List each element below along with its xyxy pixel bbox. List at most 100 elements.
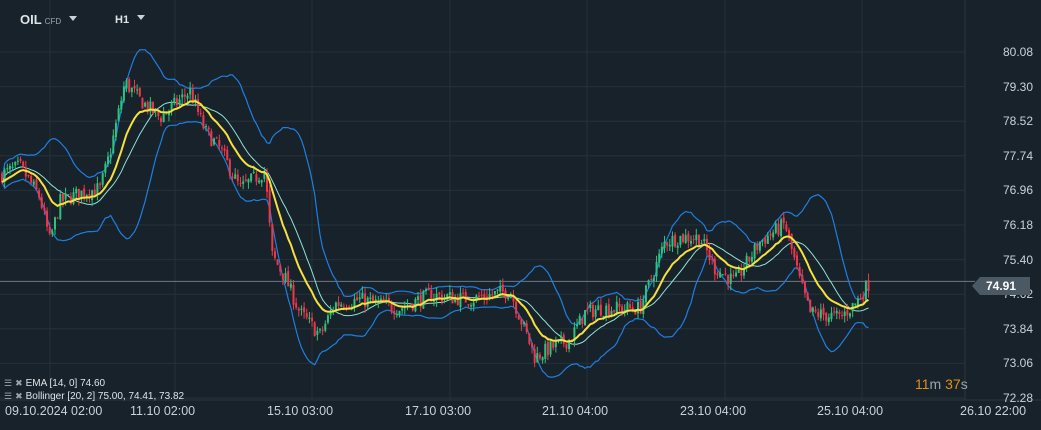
timeframe-selector[interactable]: H1 xyxy=(115,14,146,26)
candle-body xyxy=(250,173,253,182)
candle-body xyxy=(35,179,38,190)
candle-body xyxy=(623,309,626,311)
time-tick: 11.10 02:00 xyxy=(130,404,196,418)
settings-icon[interactable]: ☰ xyxy=(4,391,12,402)
candle-body xyxy=(30,176,33,183)
candle-body xyxy=(533,349,536,363)
candle-body xyxy=(536,353,539,363)
time-tick: 21.10 04:00 xyxy=(542,404,609,418)
candle-body xyxy=(141,97,144,109)
candle-body xyxy=(470,305,473,307)
close-icon[interactable]: ✖ xyxy=(15,378,23,389)
candle-body xyxy=(692,239,695,241)
candle-body xyxy=(478,295,480,297)
candle-body xyxy=(753,244,756,259)
candle-body xyxy=(54,217,56,230)
candle-body xyxy=(549,341,552,355)
candle-body xyxy=(120,100,123,110)
candle-body xyxy=(597,305,600,311)
candle-body xyxy=(218,139,221,146)
time-tick: 15.10 03:00 xyxy=(267,404,334,418)
candle-body xyxy=(258,180,261,183)
candle-body xyxy=(663,241,666,249)
candle-body xyxy=(827,317,830,323)
candle-body xyxy=(358,297,361,300)
candle-body xyxy=(507,297,510,299)
candle-body xyxy=(480,295,483,297)
candle-body xyxy=(864,281,867,300)
candle-body xyxy=(690,240,692,244)
price-chart[interactable] xyxy=(0,0,1041,430)
candle-body xyxy=(708,249,711,260)
candle-body xyxy=(236,174,239,182)
candle-body xyxy=(228,159,231,176)
price-tick: 80.08 xyxy=(1002,45,1033,59)
settings-icon[interactable]: ☰ xyxy=(4,378,12,389)
candle-body xyxy=(273,251,276,258)
time-tick: 25.10 04:00 xyxy=(817,404,884,418)
candle-body xyxy=(462,292,465,294)
candle-body xyxy=(8,165,11,170)
candle-body xyxy=(586,308,589,310)
candle-body xyxy=(637,301,639,314)
candle-body xyxy=(223,148,226,151)
candle-body xyxy=(313,322,316,337)
candle-body xyxy=(782,217,785,224)
candle-body xyxy=(838,311,841,314)
candle-body xyxy=(112,135,115,154)
candle-body xyxy=(438,292,441,295)
candle-body xyxy=(833,311,836,313)
candle-body xyxy=(846,310,849,316)
candle-body xyxy=(38,190,41,198)
candle-body xyxy=(202,115,205,129)
candle-body xyxy=(170,103,173,110)
candle-body xyxy=(772,232,775,238)
bollinger-lower xyxy=(1,120,869,378)
candle-body xyxy=(515,301,518,314)
candle-body xyxy=(727,274,730,285)
candle-body xyxy=(671,235,674,247)
candle-body xyxy=(353,298,356,307)
candle-body xyxy=(621,306,624,313)
candle-body xyxy=(687,233,690,242)
candle-body xyxy=(160,117,162,122)
candle-body xyxy=(207,127,210,130)
candle-body xyxy=(459,293,462,308)
candle-body xyxy=(19,158,22,161)
candle-body xyxy=(785,224,788,231)
candle-body xyxy=(401,308,404,311)
candle-body xyxy=(758,241,761,251)
price-tick: 75.40 xyxy=(1002,252,1033,267)
legend-bollinger[interactable]: ☰ ✖ Bollinger [20, 2] 75.00, 74.41, 73.82 xyxy=(4,391,184,402)
candle-body xyxy=(560,336,563,339)
candle-body xyxy=(843,311,846,317)
candle-body xyxy=(181,94,184,98)
candle-body xyxy=(83,188,86,197)
candle-body xyxy=(639,301,642,314)
candle-body xyxy=(67,194,70,196)
candle-body xyxy=(684,235,687,243)
price-tick: 77.74 xyxy=(1002,148,1033,163)
candle-body xyxy=(605,305,608,316)
candle-body xyxy=(242,181,245,184)
candle-body xyxy=(125,80,128,89)
candle-body xyxy=(289,283,292,288)
candle-body xyxy=(284,272,287,282)
candle-body xyxy=(719,272,722,278)
candle-body xyxy=(326,315,329,323)
symbol-name: OIL xyxy=(20,12,42,27)
candle-body xyxy=(48,227,51,234)
candle-body xyxy=(761,240,764,242)
candle-body xyxy=(774,223,777,233)
candle-body xyxy=(231,176,234,178)
legend-ema[interactable]: ☰ ✖ EMA [14, 0] 74.60 xyxy=(4,378,105,389)
candle-body xyxy=(806,292,809,301)
close-icon[interactable]: ✖ xyxy=(15,391,23,402)
chevron-down-icon xyxy=(69,16,78,21)
candle-body xyxy=(711,258,714,260)
candle-body xyxy=(817,312,820,317)
candle-body xyxy=(867,280,870,291)
symbol-selector[interactable]: OIL CFD xyxy=(20,12,78,27)
candle-body xyxy=(801,275,804,283)
candle-body xyxy=(40,197,43,208)
